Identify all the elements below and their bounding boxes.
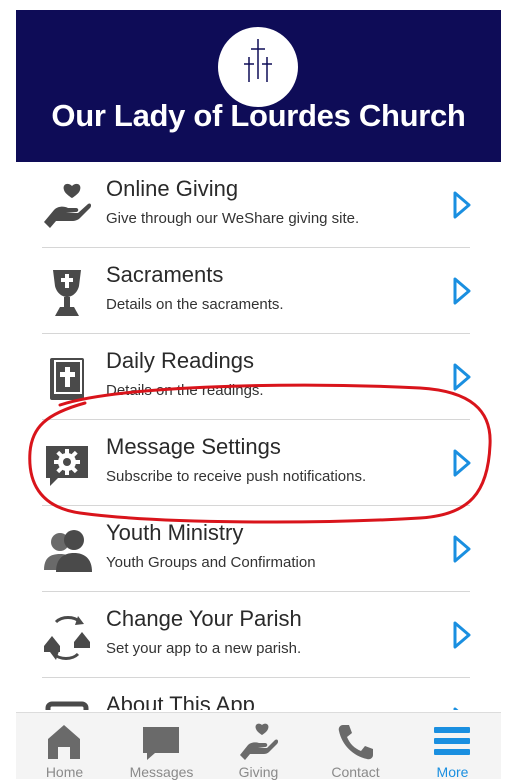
menu-item-title: Message Settings xyxy=(106,434,281,459)
menu-item-subtitle: Subscribe to receive push notifications. xyxy=(106,468,367,485)
church-name: Our Lady of Lourdes Church xyxy=(51,98,466,133)
chevron-right-icon[interactable] xyxy=(452,534,472,564)
menu-item-subtitle: Give through our WeShare giving site. xyxy=(106,210,360,227)
giving-icon xyxy=(240,723,278,760)
messages-icon xyxy=(143,727,179,760)
menu-item-title: About This App xyxy=(106,692,255,710)
bottom-tab-bar: Home Messages Giving Contact More xyxy=(16,712,501,780)
question-icon xyxy=(45,701,89,710)
more-menu-list[interactable]: Online Giving Give through our WeShare g… xyxy=(0,162,507,710)
change-parish-icon xyxy=(44,616,90,660)
tab-giving[interactable]: Giving xyxy=(210,713,307,780)
three-crosses-icon xyxy=(244,39,272,82)
menu-item-subtitle: Youth Groups and Confirmation xyxy=(106,554,316,571)
gear-chat-icon xyxy=(46,446,88,486)
bible-icon xyxy=(50,358,84,400)
menu-item-title: Sacraments xyxy=(106,262,224,287)
chevron-right-icon[interactable] xyxy=(452,448,472,478)
menu-item-message-settings[interactable]: Message Settings Subscribe to receive pu… xyxy=(0,420,507,506)
menu-item-subtitle: Details on the sacraments. xyxy=(106,296,284,313)
menu-item-daily-readings[interactable]: Daily Readings Details on the readings. xyxy=(0,334,507,420)
chevron-right-icon[interactable] xyxy=(452,362,472,392)
menu-item-title: Daily Readings xyxy=(106,348,254,373)
menu-item-title: Change Your Parish xyxy=(106,606,302,631)
menu-item-title: Online Giving xyxy=(106,176,239,201)
chevron-right-icon[interactable] xyxy=(452,276,472,306)
chevron-right-icon[interactable] xyxy=(452,190,472,220)
people-icon xyxy=(44,530,92,572)
home-icon xyxy=(48,725,80,759)
church-logo xyxy=(218,27,298,107)
chevron-right-icon[interactable] xyxy=(452,706,472,710)
menu-item-change-parish[interactable]: Change Your Parish Set your app to a new… xyxy=(0,592,507,678)
hand-heart-icon xyxy=(44,183,92,228)
tab-more[interactable]: More xyxy=(404,713,501,780)
menu-item-subtitle: Set your app to a new parish. xyxy=(106,640,302,657)
chevron-right-icon[interactable] xyxy=(452,620,472,650)
phone-icon xyxy=(338,725,373,760)
tab-messages[interactable]: Messages xyxy=(113,713,210,780)
hamburger-icon xyxy=(434,727,470,755)
menu-item-online-giving[interactable]: Online Giving Give through our WeShare g… xyxy=(0,162,507,248)
menu-item-youth-ministry[interactable]: Youth Ministry Youth Groups and Confirma… xyxy=(0,506,507,592)
menu-item-title: Youth Ministry xyxy=(106,520,244,545)
tab-home[interactable]: Home xyxy=(16,713,113,780)
menu-item-subtitle: Details on the readings. xyxy=(106,382,264,399)
menu-item-sacraments[interactable]: Sacraments Details on the sacraments. xyxy=(0,248,507,334)
chalice-icon xyxy=(53,270,81,316)
menu-item-about-app[interactable]: About This App xyxy=(0,678,507,710)
tab-contact[interactable]: Contact xyxy=(307,713,404,780)
